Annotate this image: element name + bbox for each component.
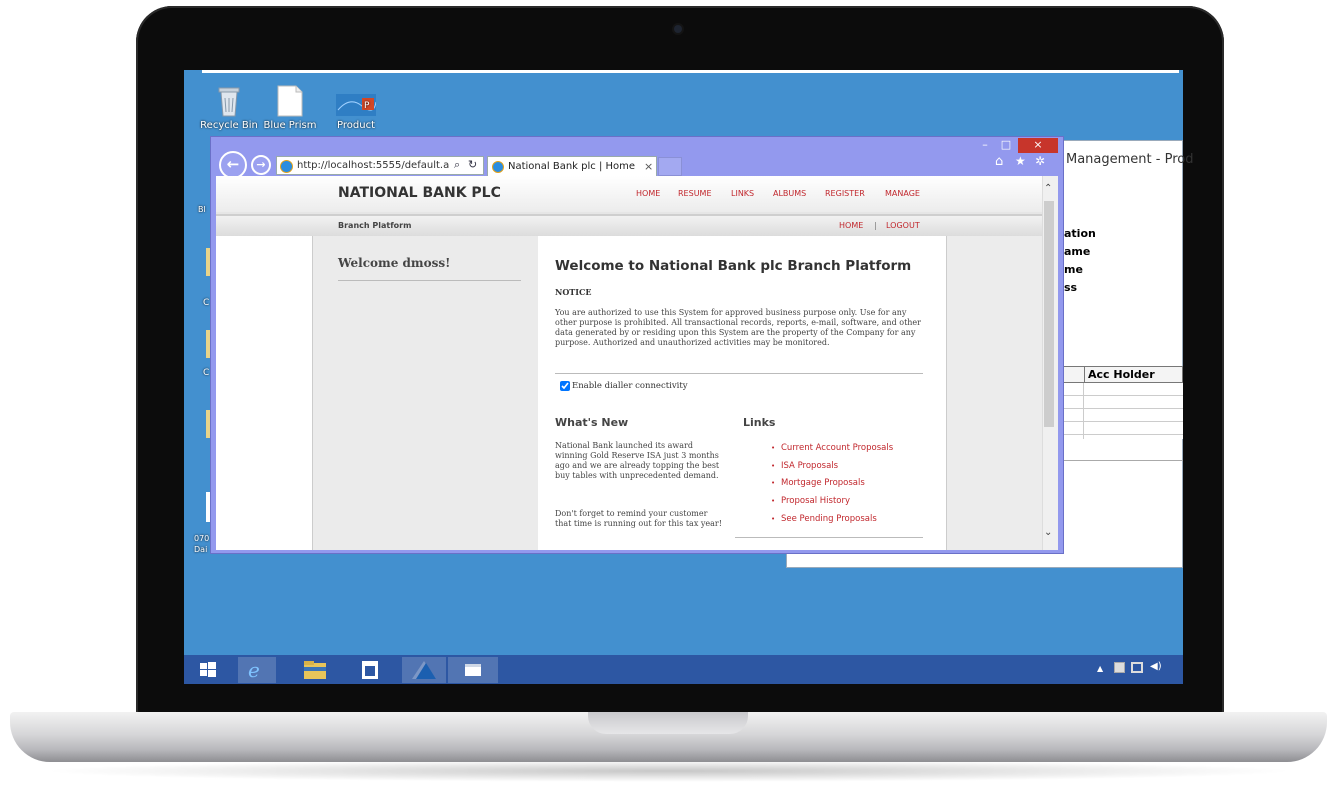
link-isa-proposals[interactable]: • ISA Proposals	[771, 461, 838, 471]
windows-start-icon[interactable]	[200, 662, 216, 678]
home-icon[interactable]: ⌂	[995, 154, 1003, 169]
notice-text: You are authorized to use this System fo…	[555, 308, 921, 347]
divider	[338, 280, 521, 281]
address-bar[interactable]: http://localhost:5555/default.a	[276, 156, 484, 175]
background-app-table-header: Acc Holder	[1058, 366, 1183, 383]
tab-title: National Bank plc | Home	[508, 161, 636, 172]
action-center-flag-icon[interactable]	[1114, 662, 1125, 673]
subnav-logout[interactable]: LOGOUT	[886, 221, 920, 230]
dialler-label: Enable dialler connectivity	[572, 381, 688, 391]
welcome-user: Welcome dmoss!	[338, 256, 451, 270]
desktop-icon-label: Recycle Bin	[200, 120, 258, 131]
whats-new-paragraph: National Bank launched its award winning…	[555, 441, 720, 480]
desktop-icon-blue-prism[interactable]: Blue Prism	[253, 84, 327, 131]
camera-icon	[674, 25, 682, 33]
subnav-home[interactable]: HOME	[839, 221, 863, 230]
desktop-edge-label: Dai	[194, 545, 208, 554]
desktop-edge-label: Bl	[198, 205, 206, 214]
background-app-field: ame	[1064, 245, 1091, 258]
link-mortgage-proposals[interactable]: • Mortgage Proposals	[771, 478, 865, 488]
link-see-pending-proposals[interactable]: • See Pending Proposals	[771, 514, 877, 524]
laptop-hinge-notch	[588, 712, 748, 734]
minimize-button[interactable]: –	[976, 138, 994, 153]
svg-text:P: P	[364, 101, 370, 111]
new-tab-button[interactable]	[658, 157, 682, 176]
scroll-up-icon[interactable]: ⌃	[1044, 183, 1052, 194]
link-proposal-history[interactable]: • Proposal History	[771, 496, 850, 506]
recycle-bin-icon	[213, 84, 245, 118]
address-url: http://localhost:5555/default.a	[297, 160, 450, 171]
laptop-shadow	[40, 760, 1297, 782]
bullet-icon: •	[771, 515, 776, 523]
nav-resume[interactable]: RESUME	[678, 189, 712, 198]
product-icon: P	[336, 84, 377, 118]
notice-heading: NOTICE	[555, 287, 592, 297]
window-taskbar-icon[interactable]	[448, 657, 498, 683]
internet-explorer-icon[interactable]: e	[238, 657, 276, 683]
bullet-icon: •	[771, 479, 776, 487]
dialler-checkbox-row[interactable]: Enable dialler connectivity	[560, 381, 688, 391]
table-header-acc-holder: Acc Holder	[1088, 368, 1155, 381]
file-explorer-icon[interactable]	[296, 657, 334, 683]
refresh-icon[interactable]: ↻	[468, 158, 477, 171]
nav-links[interactable]: LINKS	[731, 189, 754, 198]
network-icon[interactable]	[1131, 662, 1143, 673]
desktop-edge-label: C	[203, 298, 210, 308]
desktop-edge-label: 070	[194, 534, 210, 543]
whats-new-heading: What's New	[555, 416, 629, 429]
background-app-field: me	[1064, 263, 1083, 276]
close-window-button[interactable]: ×	[1018, 138, 1058, 153]
desktop-edge-label: C	[203, 368, 210, 378]
page-left-gutter	[216, 236, 312, 550]
divider	[555, 373, 923, 374]
page-right-gutter	[946, 236, 1042, 550]
background-app-field: ss	[1064, 281, 1078, 294]
ie-tab-icon	[492, 161, 504, 173]
nav-manage[interactable]: MANAGE	[885, 189, 920, 198]
site-brand[interactable]: NATIONAL BANK PLC	[338, 185, 501, 201]
browser-tab-active[interactable]: National Bank plc | Home ×	[487, 156, 657, 176]
scroll-down-icon[interactable]: ⌄	[1044, 527, 1052, 538]
tray-expand-icon[interactable]: ▲	[1097, 664, 1103, 673]
desktop-icon-product[interactable]: P Product	[319, 84, 393, 131]
page-title: Welcome to National Bank plc Branch Plat…	[555, 258, 912, 274]
ie-page-icon	[280, 160, 293, 173]
store-icon[interactable]	[352, 657, 390, 683]
whats-new-paragraph: Don't forget to remind your customer tha…	[555, 509, 722, 528]
bullet-icon: •	[771, 444, 776, 452]
bullet-icon: •	[771, 497, 776, 505]
divider	[735, 537, 923, 538]
background-app-field: ation	[1064, 227, 1096, 240]
favorites-star-icon[interactable]: ★	[1015, 154, 1026, 168]
forward-arrow-icon[interactable]: →	[251, 155, 271, 175]
volume-icon[interactable]: ◀)	[1150, 661, 1162, 672]
desktop-icon-label: Product	[337, 120, 375, 131]
branch-platform-label: Branch Platform	[338, 221, 412, 230]
nav-albums[interactable]: ALBUMS	[773, 189, 806, 198]
divider	[1058, 460, 1183, 461]
links-heading: Links	[743, 416, 776, 429]
background-app-title: Management - Prod	[1066, 152, 1194, 167]
main-content	[538, 236, 946, 550]
subnav-separator: |	[874, 221, 877, 230]
background-app-table-rows	[1058, 383, 1183, 439]
tab-close-icon[interactable]: ×	[644, 160, 653, 173]
gear-icon[interactable]: ✲	[1035, 154, 1045, 168]
link-current-account-proposals[interactable]: • Current Account Proposals	[771, 443, 893, 453]
blue-prism-icon[interactable]	[402, 657, 446, 683]
back-arrow-icon[interactable]: ←	[219, 151, 247, 179]
screen-top-edge	[202, 70, 1179, 73]
scrollbar-thumb[interactable]	[1044, 201, 1054, 427]
dialler-checkbox[interactable]	[560, 381, 570, 391]
nav-register[interactable]: REGISTER	[825, 189, 865, 198]
search-icon[interactable]: ⌕	[454, 158, 460, 172]
nav-home[interactable]: HOME	[636, 189, 660, 198]
desktop-icon-label: Blue Prism	[263, 120, 317, 131]
document-icon	[274, 84, 306, 118]
bullet-icon: •	[771, 462, 776, 470]
sidebar	[312, 236, 538, 550]
maximize-button[interactable]: □	[996, 138, 1016, 153]
